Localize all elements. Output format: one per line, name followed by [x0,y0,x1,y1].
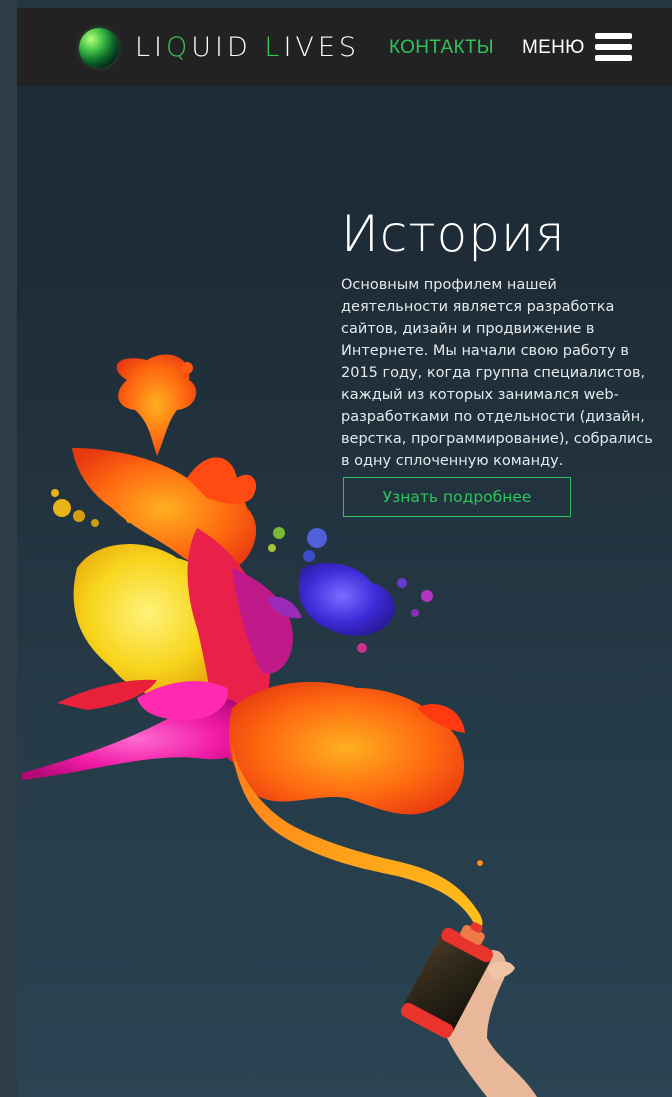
site-header: LIQUID LIVES КОНТАКТЫ МЕНЮ [17,8,672,86]
page-title: История [341,204,566,263]
hamburger-bar [595,55,632,61]
paint-splash-illustration [22,354,537,1097]
nav-menu-label[interactable]: МЕНЮ [522,35,585,61]
logo-globe-icon[interactable] [79,28,119,68]
logo-text-accent-q: Q [166,32,192,63]
hamburger-menu-icon[interactable] [595,33,632,61]
page: LIQUID LIVES КОНТАКТЫ МЕНЮ История Основ… [17,8,672,1097]
nav-contacts-link[interactable]: КОНТАКТЫ [389,35,494,61]
logo-text-part: LI [135,32,167,63]
hamburger-bar [595,33,632,39]
learn-more-button[interactable]: Узнать подробнее [343,477,571,517]
left-edge-strip [0,0,17,1097]
logo-text-part: IVES [283,32,361,63]
logo-text[interactable]: LIQUID LIVES [135,30,360,66]
hero-description: Основным профилем нашей деятельности явл… [341,276,653,469]
logo-text-part: UID [191,32,265,63]
hamburger-bar [595,44,632,50]
logo-text-accent-l: L [264,32,284,63]
